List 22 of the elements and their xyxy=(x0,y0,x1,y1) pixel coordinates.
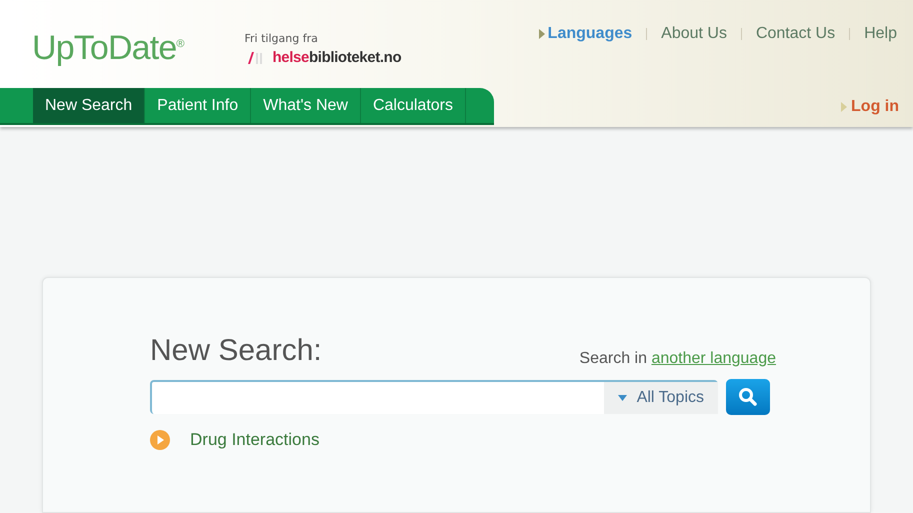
login-link[interactable]: Log in xyxy=(841,88,899,125)
languages-link[interactable]: Languages xyxy=(538,22,632,46)
top-link[interactable]: Contact Us xyxy=(756,22,836,46)
drug-interactions-link[interactable]: Drug Interactions xyxy=(150,427,320,452)
caret-icon xyxy=(618,395,627,401)
topic-select[interactable]: All Topics xyxy=(604,382,718,414)
top-link[interactable]: Help xyxy=(864,22,897,46)
triangle-icon xyxy=(538,29,545,39)
search-title: New Search: xyxy=(150,333,322,369)
search-button[interactable] xyxy=(726,379,770,415)
registered-mark: ® xyxy=(176,37,184,52)
search-field[interactable]: All Topics xyxy=(150,380,718,414)
search-icon xyxy=(738,387,758,407)
search-language-text: Search in another language xyxy=(579,349,776,369)
logo[interactable]: UpToDate xyxy=(32,22,176,74)
another-language-link[interactable]: another language xyxy=(651,350,776,367)
top-link[interactable]: About Us xyxy=(661,22,727,46)
triangle-icon xyxy=(841,102,848,112)
play-circle-icon xyxy=(150,430,170,450)
sponsor-tagline: Fri tilgang fra xyxy=(244,30,319,46)
nav-tab[interactable]: New Search xyxy=(33,88,146,123)
sponsor-name[interactable]: helsebiblioteket.no xyxy=(272,47,402,70)
